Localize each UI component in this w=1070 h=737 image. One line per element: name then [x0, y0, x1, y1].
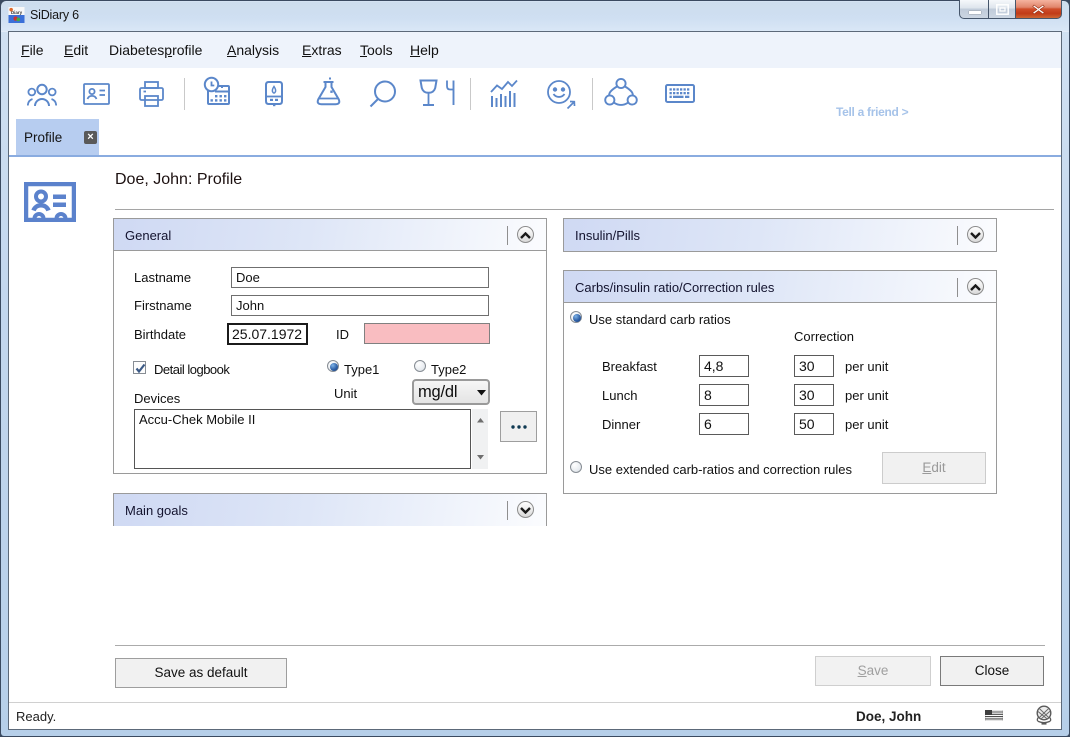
svg-text:Diary: Diary — [11, 10, 23, 15]
